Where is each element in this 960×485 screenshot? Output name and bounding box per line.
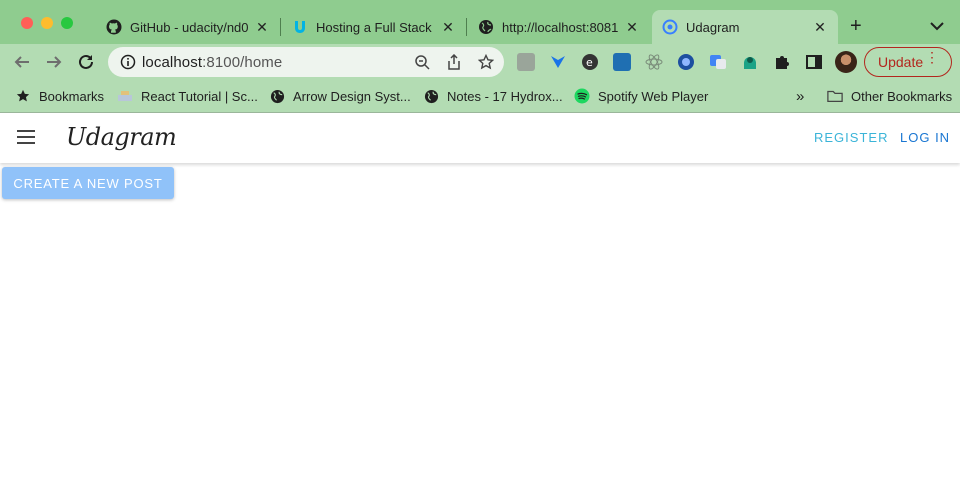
tab-search-button[interactable] [930, 18, 944, 36]
other-bookmarks-folder[interactable]: Other Bookmarks [827, 86, 952, 106]
bookmark-arrow-design[interactable]: Arrow Design Syst... [269, 86, 411, 106]
extension-icon[interactable] [549, 53, 567, 71]
login-link[interactable]: LOG IN [900, 130, 950, 145]
udacity-icon [292, 19, 308, 35]
tab-udagram[interactable]: Udagram ✕ [652, 10, 838, 44]
star-icon [15, 88, 31, 104]
close-icon[interactable]: ✕ [624, 19, 640, 36]
arrow-right-icon [47, 56, 62, 68]
spotify-icon [574, 88, 590, 104]
folder-icon [827, 88, 843, 104]
translate-icon[interactable] [709, 53, 727, 71]
reload-icon [79, 54, 93, 69]
bookmark-notes[interactable]: Notes - 17 Hydrox... [423, 86, 563, 106]
tab-github[interactable]: GitHub - udacity/nd0 ✕ [96, 10, 280, 44]
bookmarks-bar: Bookmarks React Tutorial | Sc... Arrow D… [0, 80, 960, 113]
register-link[interactable]: REGISTER [814, 130, 888, 145]
globe-icon [423, 88, 439, 104]
url-text: localhost:8100/home [142, 53, 283, 71]
info-icon [120, 54, 136, 70]
more-icon[interactable]: ⋮ [925, 50, 939, 64]
extension-icon[interactable]: e [581, 53, 599, 71]
close-icon[interactable]: ✕ [254, 19, 270, 36]
bookmarks-menu[interactable]: Bookmarks [15, 86, 104, 106]
menu-icon[interactable] [17, 130, 35, 144]
bookmark-react-tutorial[interactable]: React Tutorial | Sc... [117, 86, 258, 106]
tab-title: http://localhost:8081/ [502, 19, 618, 35]
tab-hosting[interactable]: Hosting a Full Stack A ✕ [282, 10, 466, 44]
brand-title: Udagram [66, 123, 177, 151]
new-tab-button[interactable]: + [850, 16, 862, 36]
close-icon[interactable]: ✕ [440, 19, 456, 36]
reload-button[interactable] [76, 52, 96, 72]
app-header: Udagram REGISTER LOG IN [0, 113, 960, 163]
minimize-window-button[interactable] [41, 17, 53, 29]
avatar[interactable] [835, 51, 857, 73]
tab-separator [466, 18, 467, 36]
share-icon[interactable] [446, 54, 462, 70]
globe-icon [478, 19, 494, 35]
extension-icon[interactable] [613, 53, 631, 71]
back-button[interactable] [12, 52, 32, 72]
globe-icon [269, 88, 285, 104]
create-post-button[interactable]: CREATE A NEW POST [2, 167, 174, 199]
browser-chrome: GitHub - udacity/nd0 ✕ Hosting a Full St… [0, 0, 960, 113]
address-bar[interactable]: localhost:8100/home [108, 47, 504, 77]
tab-title: Hosting a Full Stack A [316, 19, 434, 35]
svg-text:e: e [586, 56, 593, 69]
bookmark-spotify[interactable]: Spotify Web Player [574, 86, 708, 106]
side-panel-icon[interactable] [805, 53, 823, 71]
browser-toolbar: localhost:8100/home e Update ⋮ [0, 44, 960, 80]
zoom-icon[interactable] [414, 54, 430, 70]
tab-title: Udagram [686, 19, 740, 35]
tab-localhost-8081[interactable]: http://localhost:8081/ ✕ [468, 10, 650, 44]
extension-icon[interactable] [677, 53, 695, 71]
arrow-left-icon [14, 56, 29, 68]
tab-strip: GitHub - udacity/nd0 ✕ Hosting a Full St… [0, 0, 960, 44]
react-devtools-icon[interactable] [645, 53, 663, 71]
tab-title: GitHub - udacity/nd0 [130, 19, 248, 35]
tab-separator [280, 18, 281, 36]
extension-icon[interactable] [517, 53, 535, 71]
react-tutorial-icon [117, 88, 133, 104]
close-icon[interactable]: ✕ [812, 19, 828, 36]
ionic-icon [662, 19, 678, 35]
maximize-window-button[interactable] [61, 17, 73, 29]
close-window-button[interactable] [21, 17, 33, 29]
forward-button[interactable] [44, 52, 64, 72]
puzzle-icon[interactable] [773, 53, 791, 71]
bookmark-star-icon[interactable] [478, 54, 494, 70]
extension-icon[interactable] [741, 53, 759, 71]
update-button[interactable]: Update ⋮ [864, 47, 952, 77]
chevron-down-icon [930, 22, 944, 31]
github-icon [106, 19, 122, 35]
bookmarks-overflow-button[interactable]: » [796, 86, 804, 106]
